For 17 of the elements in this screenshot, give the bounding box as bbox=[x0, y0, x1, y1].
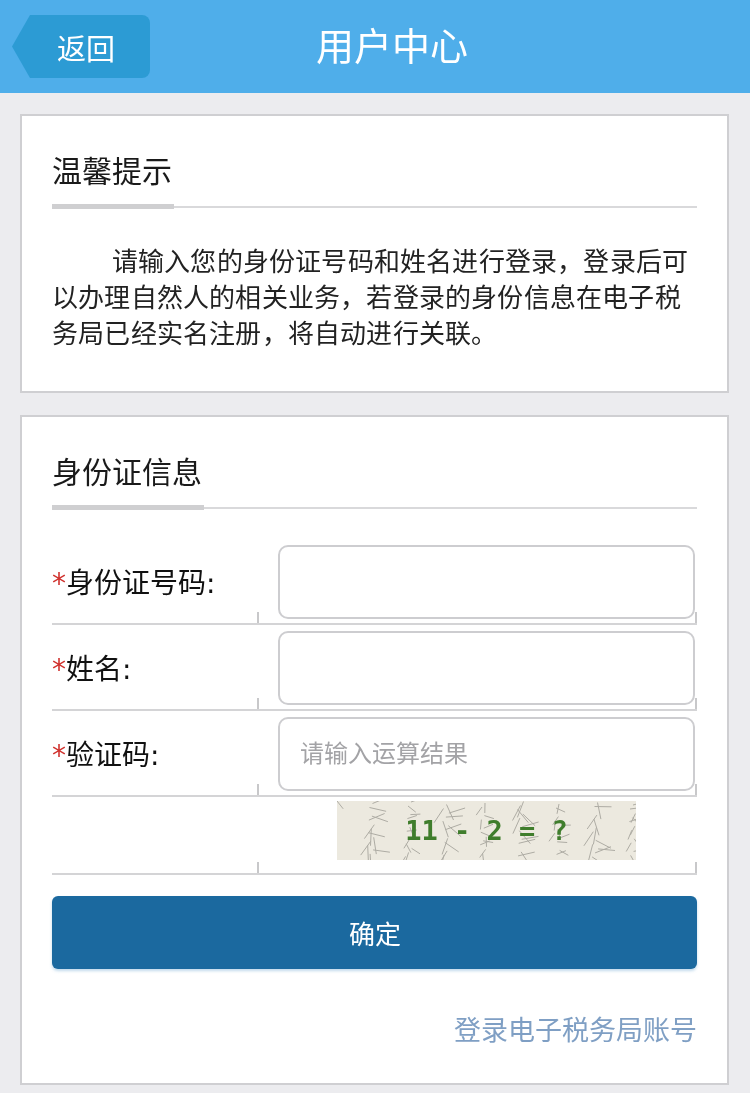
section-heading: 温馨提示 bbox=[52, 153, 172, 191]
notice-text: 请输入您的身份证号码和姓名进行登录，登录后可以办理自然人的相关业务，若登录的身份信息在电子税务局已经实名注册，将自动进行关联。 bbox=[52, 246, 690, 351]
input-field[interactable] bbox=[278, 631, 695, 705]
required-asterisk: * bbox=[52, 567, 66, 600]
captcha-text: 11 - 2 = ? bbox=[405, 815, 568, 846]
input-field[interactable] bbox=[278, 545, 695, 619]
field-label: 验证码: bbox=[66, 738, 160, 773]
required-asterisk: * bbox=[52, 739, 66, 772]
field-label: 姓名: bbox=[66, 652, 132, 687]
tax-account-login-link[interactable]: 登录电子税务局账号 bbox=[454, 1011, 697, 1051]
required-asterisk: * bbox=[52, 653, 66, 686]
confirm-button[interactable]: 确定 bbox=[52, 896, 697, 969]
section-heading: 身份证信息 bbox=[52, 454, 202, 492]
field-label: 身份证号码: bbox=[66, 566, 216, 601]
page-title: 用户中心 bbox=[316, 23, 468, 70]
back-button[interactable]: 返回 bbox=[12, 15, 150, 78]
input-field[interactable]: 请输入运算结果 bbox=[278, 717, 695, 791]
